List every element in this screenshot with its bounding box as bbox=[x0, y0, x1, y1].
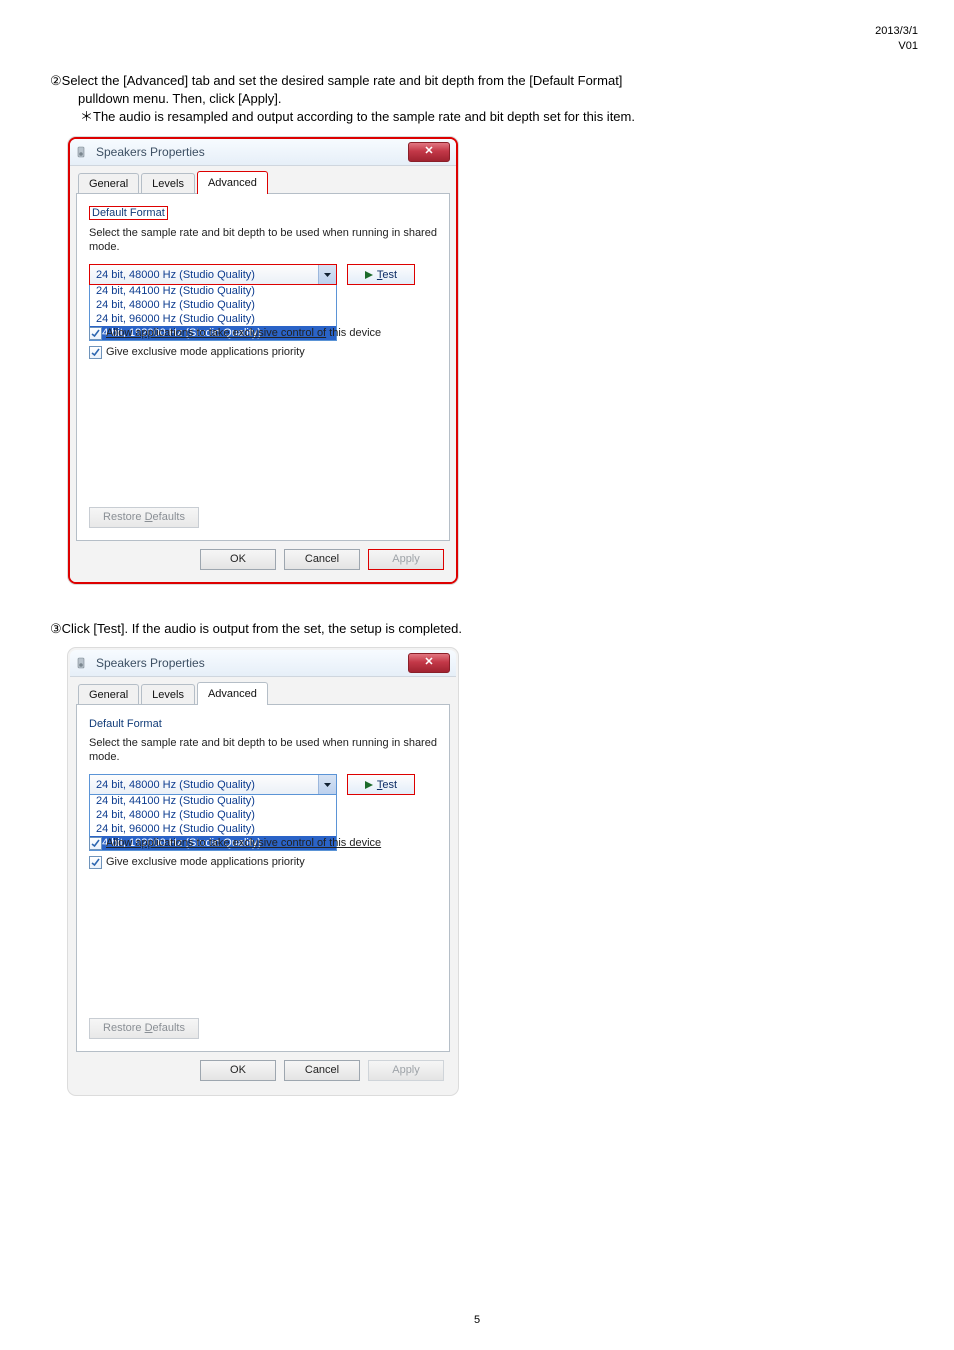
format-option-b1[interactable]: 24 bit, 48000 Hz (Studio Quality) bbox=[90, 808, 336, 822]
tab-general-label-2: General bbox=[89, 689, 128, 701]
cancel-button-2[interactable]: Cancel bbox=[284, 1060, 360, 1081]
apply-label: Apply bbox=[392, 553, 420, 565]
allow-exclusive-checkbox-2[interactable] bbox=[89, 837, 102, 850]
cancel-label-2: Cancel bbox=[305, 1064, 339, 1076]
ok-label-2: OK bbox=[230, 1064, 246, 1076]
restore-defaults-button[interactable]: Restore Defaults bbox=[89, 507, 199, 528]
format-combobox[interactable]: 24 bit, 48000 Hz (Studio Quality) bbox=[89, 264, 337, 285]
give-priority-checkbox[interactable] bbox=[89, 346, 102, 359]
tab-advanced-label: Advanced bbox=[208, 177, 257, 189]
format-option-2[interactable]: 24 bit, 96000 Hz (Studio Quality) bbox=[90, 312, 336, 326]
titlebar-2: Speakers Properties ✕ bbox=[70, 650, 456, 677]
chevron-down-icon bbox=[318, 265, 336, 284]
restore-defaults-label-2: Restore Defaults bbox=[103, 1022, 185, 1034]
close-icon: ✕ bbox=[424, 146, 433, 157]
tab-content-2: Default Format Select the sample rate an… bbox=[76, 704, 450, 1052]
allow-exclusive-label-2: Allow applications to take exclusive con… bbox=[106, 837, 381, 849]
step2-line3: ＊The audio is resampled and output accor… bbox=[50, 108, 904, 126]
test-button-2[interactable]: Test bbox=[347, 774, 415, 795]
step2-text: ②Select the [Advanced] tab and set the d… bbox=[50, 72, 904, 127]
test-button-label: Test bbox=[377, 269, 397, 281]
speakers-properties-dialog-1: Speakers Properties ✕ General Levels Adv… bbox=[68, 137, 458, 584]
tab-levels[interactable]: Levels bbox=[141, 173, 195, 194]
dialog-title-2: Speakers Properties bbox=[96, 656, 205, 670]
step3-text: ③Click [Test]. If the audio is output fr… bbox=[50, 620, 904, 638]
give-priority-label: Give exclusive mode applications priorit… bbox=[106, 346, 305, 358]
apply-label-2: Apply bbox=[392, 1064, 420, 1076]
cancel-label: Cancel bbox=[305, 553, 339, 565]
doc-date: 2013/3/1 bbox=[875, 24, 918, 39]
apply-button-2[interactable]: Apply bbox=[368, 1060, 444, 1081]
tab-advanced-label-2: Advanced bbox=[208, 688, 257, 700]
speakers-properties-dialog-2: Speakers Properties ✕ General Levels Adv… bbox=[68, 648, 458, 1095]
ok-button-2[interactable]: OK bbox=[200, 1060, 276, 1081]
test-button[interactable]: Test bbox=[347, 264, 415, 285]
close-button[interactable]: ✕ bbox=[408, 142, 450, 162]
default-format-desc-2: Select the sample rate and bit depth to … bbox=[89, 736, 437, 765]
tab-levels-label-2: Levels bbox=[152, 689, 184, 701]
tab-general-2[interactable]: General bbox=[78, 684, 139, 705]
step2-line1: ②Select the [Advanced] tab and set the d… bbox=[50, 72, 904, 90]
format-option-b2[interactable]: 24 bit, 96000 Hz (Studio Quality) bbox=[90, 822, 336, 836]
cancel-button[interactable]: Cancel bbox=[284, 549, 360, 570]
format-option-b0[interactable]: 24 bit, 44100 Hz (Studio Quality) bbox=[90, 794, 336, 808]
restore-defaults-button-2[interactable]: Restore Defaults bbox=[89, 1018, 199, 1039]
ok-label: OK bbox=[230, 553, 246, 565]
ok-button[interactable]: OK bbox=[200, 549, 276, 570]
tab-levels-2[interactable]: Levels bbox=[141, 684, 195, 705]
give-priority-checkbox-2[interactable] bbox=[89, 856, 102, 869]
default-format-label: Default Format bbox=[89, 206, 168, 220]
titlebar: Speakers Properties ✕ bbox=[70, 139, 456, 166]
dialog-title: Speakers Properties bbox=[96, 145, 205, 159]
close-icon: ✕ bbox=[424, 657, 433, 668]
format-option-0[interactable]: 24 bit, 44100 Hz (Studio Quality) bbox=[90, 284, 336, 298]
tab-general-label: General bbox=[89, 178, 128, 190]
close-button-2[interactable]: ✕ bbox=[408, 653, 450, 673]
test-button-label-2: Test bbox=[377, 779, 397, 791]
speaker-icon bbox=[76, 145, 90, 159]
tab-strip: General Levels Advanced bbox=[76, 172, 450, 194]
default-format-desc: Select the sample rate and bit depth to … bbox=[89, 226, 437, 255]
speaker-icon bbox=[76, 656, 90, 670]
tab-advanced[interactable]: Advanced bbox=[197, 171, 268, 194]
step2-line2: pulldown menu. Then, click [Apply]. bbox=[50, 90, 904, 108]
default-format-label-2: Default Format bbox=[89, 718, 162, 730]
restore-defaults-label: Restore Defaults bbox=[103, 511, 185, 523]
allow-exclusive-text-a: Allow applications to take exclusive con… bbox=[106, 327, 326, 339]
allow-exclusive-text-suffix: his device bbox=[332, 327, 381, 339]
tab-levels-label: Levels bbox=[152, 178, 184, 190]
apply-button[interactable]: Apply bbox=[368, 549, 444, 570]
allow-exclusive-label: Allow applications to take exclusive con… bbox=[106, 327, 381, 339]
give-priority-label-2: Give exclusive mode applications priorit… bbox=[106, 856, 305, 868]
format-option-1[interactable]: 24 bit, 48000 Hz (Studio Quality) bbox=[90, 298, 336, 312]
format-combobox-value: 24 bit, 48000 Hz (Studio Quality) bbox=[96, 269, 255, 281]
tab-strip-2: General Levels Advanced bbox=[76, 683, 450, 705]
tab-content: Default Format Select the sample rate an… bbox=[76, 193, 450, 541]
format-combobox-value-2: 24 bit, 48000 Hz (Studio Quality) bbox=[96, 779, 255, 791]
tab-general[interactable]: General bbox=[78, 173, 139, 194]
chevron-down-icon bbox=[318, 775, 336, 794]
page-number: 5 bbox=[474, 1314, 480, 1326]
format-combobox-2[interactable]: 24 bit, 48000 Hz (Studio Quality) bbox=[89, 774, 337, 795]
play-icon bbox=[365, 271, 373, 279]
tab-advanced-2[interactable]: Advanced bbox=[197, 682, 268, 705]
allow-exclusive-checkbox[interactable] bbox=[89, 327, 102, 340]
play-icon bbox=[365, 781, 373, 789]
step3-line: ③Click [Test]. If the audio is output fr… bbox=[50, 621, 462, 636]
doc-version: V01 bbox=[875, 39, 918, 54]
